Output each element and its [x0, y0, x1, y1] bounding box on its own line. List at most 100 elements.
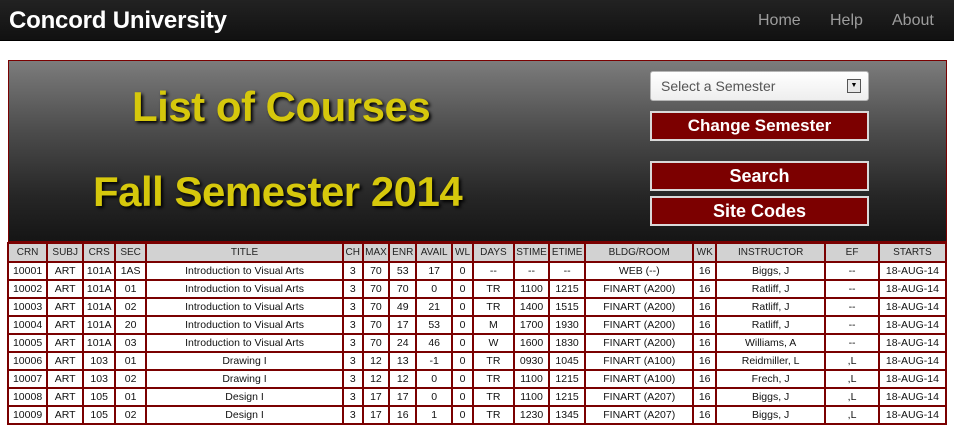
cell-avail: 0: [415, 369, 454, 389]
cell-subj: ART: [46, 315, 85, 335]
col-header-avail[interactable]: AVAIL: [415, 242, 454, 263]
col-header-max[interactable]: MAX: [361, 242, 391, 263]
cell-wl: 0: [451, 351, 474, 371]
col-header-bldg-room[interactable]: BLDG/ROOM: [584, 242, 695, 263]
cell-title: Drawing I: [145, 351, 344, 371]
course-table: CRN SUBJ CRS SEC TITLE CH MAX ENR AVAIL …: [7, 242, 947, 425]
table-row[interactable]: 10004 ART 101A 20 Introduction to Visual Art…: [7, 315, 947, 335]
cell-etime: 1215: [548, 387, 587, 407]
col-header-ch[interactable]: CH: [341, 242, 364, 263]
cell-crs: 103: [82, 351, 117, 371]
cell-subj: ART: [46, 387, 85, 407]
cell-instructor: Biggs, J: [715, 261, 827, 281]
col-header-title[interactable]: TITLE: [145, 242, 344, 263]
nav-link-home[interactable]: Home: [758, 11, 801, 31]
col-header-days[interactable]: DAYS: [471, 242, 516, 263]
cell-wk: 16: [692, 369, 718, 389]
cell-sec: 02: [114, 369, 148, 389]
cell-sec: 03: [114, 333, 148, 353]
cell-starts: 18-AUG-14: [877, 369, 947, 389]
cell-wl: 0: [451, 261, 474, 281]
cell-avail: 1: [415, 405, 454, 425]
course-table-body: 10001 ART 101A 1AS Introduction to Visual Ar…: [7, 261, 947, 425]
table-row[interactable]: 10002 ART 101A 01 Introduction to Visual Art…: [7, 279, 947, 299]
col-header-sec[interactable]: SEC: [114, 242, 148, 263]
cell-instructor: Ratliff, J: [715, 297, 827, 317]
cell-ch: 3: [341, 387, 364, 407]
col-header-crs[interactable]: CRS: [82, 242, 117, 263]
cell-etime: 1930: [548, 315, 587, 335]
cell-days: TR: [471, 405, 516, 425]
cell-wk: 16: [692, 333, 718, 353]
cell-wl: 0: [451, 297, 474, 317]
page-title: List of Courses: [132, 83, 431, 130]
cell-enr: 53: [388, 261, 418, 281]
table-row[interactable]: 10008 ART 105 01 Design I 3 17 17 0 0 TR 1100 1215 FI…: [7, 387, 947, 407]
table-row[interactable]: 10006 ART 103 01 Drawing I 3 12 13 -1 0 TR 0930 1045…: [7, 351, 947, 371]
cell-ef: --: [824, 315, 880, 335]
semester-select[interactable]: Select a Semester ▼: [650, 71, 869, 101]
cell-enr: 13: [388, 351, 418, 371]
table-row[interactable]: 10007 ART 103 02 Drawing I 3 12 12 0 0 TR 1100 1215 F…: [7, 369, 947, 389]
table-row[interactable]: 10005 ART 101A 03 Introduction to Visual Art…: [7, 333, 947, 353]
cell-ef: ,L: [824, 351, 880, 371]
cell-bldg-room: FINART (A100): [584, 351, 695, 371]
cell-title: Introduction to Visual Arts: [145, 279, 344, 299]
cell-etime: --: [548, 261, 587, 281]
col-header-enr[interactable]: ENR: [388, 242, 418, 263]
cell-max: 70: [361, 315, 391, 335]
cell-instructor: Frech, J: [715, 369, 827, 389]
cell-ef: --: [824, 279, 880, 299]
col-header-ef[interactable]: EF: [824, 242, 880, 263]
site-codes-button[interactable]: Site Codes: [650, 196, 869, 226]
col-header-instructor[interactable]: INSTRUCTOR: [715, 242, 827, 263]
cell-max: 17: [361, 405, 391, 425]
col-header-crn[interactable]: CRN: [7, 242, 49, 263]
col-header-starts[interactable]: STARTS: [877, 242, 947, 263]
cell-ch: 3: [341, 315, 364, 335]
cell-days: M: [471, 315, 516, 335]
nav-link-help[interactable]: Help: [830, 11, 863, 31]
nav-link-about[interactable]: About: [892, 11, 934, 31]
cell-avail: 53: [415, 315, 454, 335]
cell-ch: 3: [341, 405, 364, 425]
course-table-container: CRN SUBJ CRS SEC TITLE CH MAX ENR AVAIL …: [7, 242, 947, 441]
cell-crs: 103: [82, 369, 117, 389]
cell-starts: 18-AUG-14: [877, 387, 947, 407]
cell-wl: 0: [451, 387, 474, 407]
chevron-down-icon[interactable]: ▼: [847, 79, 861, 93]
cell-avail: 0: [415, 279, 454, 299]
cell-starts: 18-AUG-14: [877, 279, 947, 299]
cell-crs: 105: [82, 387, 117, 407]
table-row[interactable]: 10003 ART 101A 02 Introduction to Visual Art…: [7, 297, 947, 317]
cell-avail: 46: [415, 333, 454, 353]
cell-title: Drawing I: [145, 369, 344, 389]
cell-days: TR: [471, 297, 516, 317]
change-semester-button[interactable]: Change Semester: [650, 111, 869, 141]
cell-starts: 18-AUG-14: [877, 315, 947, 335]
cell-ch: 3: [341, 279, 364, 299]
col-header-stime[interactable]: STIME: [513, 242, 551, 263]
col-header-subj[interactable]: SUBJ: [46, 242, 85, 263]
cell-enr: 17: [388, 315, 418, 335]
cell-etime: 1345: [548, 405, 587, 425]
cell-etime: 1045: [548, 351, 587, 371]
table-row[interactable]: 10001 ART 101A 1AS Introduction to Visual Ar…: [7, 261, 947, 281]
col-header-wk[interactable]: WK: [692, 242, 718, 263]
search-button[interactable]: Search: [650, 161, 869, 191]
cell-subj: ART: [46, 351, 85, 371]
table-row[interactable]: 10009 ART 105 02 Design I 3 17 16 1 0 TR 1230 1345 FI…: [7, 405, 947, 425]
cell-sec: 1AS: [114, 261, 148, 281]
col-header-etime[interactable]: ETIME: [548, 242, 587, 263]
cell-avail: 0: [415, 387, 454, 407]
cell-title: Introduction to Visual Arts: [145, 261, 344, 281]
col-header-wl[interactable]: WL: [451, 242, 474, 263]
brand-logo[interactable]: Concord University: [9, 6, 227, 36]
cell-subj: ART: [46, 405, 85, 425]
cell-bldg-room: FINART (A200): [584, 279, 695, 299]
cell-subj: ART: [46, 333, 85, 353]
cell-bldg-room: WEB (--): [584, 261, 695, 281]
cell-subj: ART: [46, 261, 85, 281]
cell-etime: 1830: [548, 333, 587, 353]
cell-crn: 10001: [7, 261, 49, 281]
